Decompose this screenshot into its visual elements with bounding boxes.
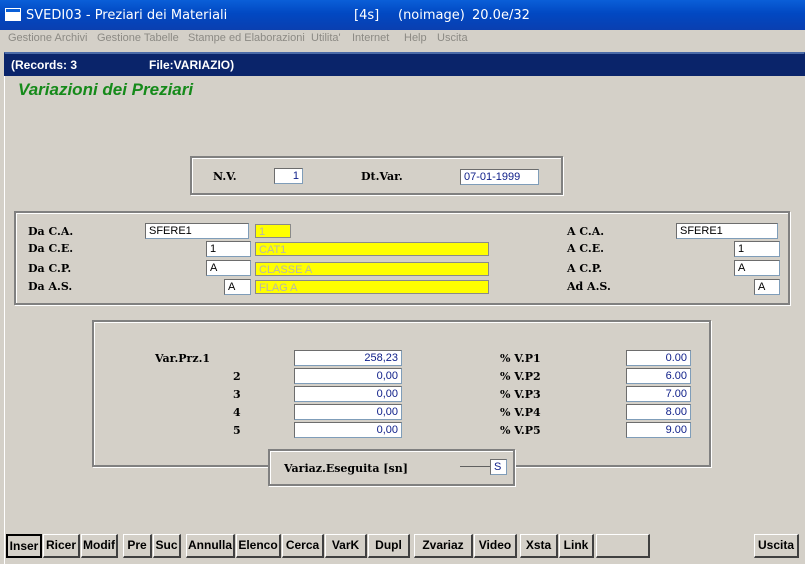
var-prz-5-label: 5	[233, 424, 241, 437]
uscita-button[interactable]: Uscita	[754, 534, 799, 558]
dtvar-label: Dt.Var.	[361, 170, 403, 183]
vark-button[interactable]: VarK	[325, 534, 367, 558]
da-cp-desc: CLASSE A	[255, 262, 489, 276]
var-prz-1-label: Var.Prz.1	[155, 352, 211, 365]
blank-button[interactable]	[596, 534, 650, 558]
status-code: [4s]	[354, 8, 380, 23]
menu-stampe-elaborazioni[interactable]: Stampe ed Elaborazioni	[188, 32, 305, 44]
modif-button[interactable]: Modif	[81, 534, 118, 558]
records-bar: (Records: 3 File:VARIAZIO)	[4, 52, 805, 76]
form-title: Variazioni dei Preziari	[18, 80, 194, 99]
image-state: (noimage)	[398, 8, 465, 23]
a-cp-field[interactable]: A	[734, 260, 780, 276]
dtvar-field[interactable]: 07-01-1999	[460, 169, 539, 185]
da-cp-field[interactable]: A	[206, 260, 251, 276]
inser-button[interactable]: Inser	[6, 534, 42, 558]
zvariaz-button[interactable]: Zvariaz	[414, 534, 473, 558]
pct-vp2-field[interactable]: 6.00	[626, 368, 691, 384]
title-bar: SVEDI03 - Preziari dei Materiali [4s] (n…	[0, 0, 805, 30]
var-prz-4-label: 4	[233, 406, 241, 419]
pct-vp4-field[interactable]: 8.00	[626, 404, 691, 420]
a-ca-label: A C.A.	[567, 225, 605, 238]
da-cp-label: Da C.P.	[28, 262, 72, 275]
window-title: SVEDI03 - Preziari dei Materiali	[26, 8, 228, 23]
xsta-button[interactable]: Xsta	[520, 534, 558, 558]
pct-vp1-field[interactable]: 0.00	[626, 350, 691, 366]
pct-vp2-label: % V.P2	[500, 370, 541, 383]
da-ce-label: Da C.E.	[28, 242, 74, 255]
da-ce-desc: CAT1	[255, 242, 489, 256]
app-window-icon[interactable]	[5, 8, 21, 21]
da-ca-desc: 1	[255, 224, 291, 238]
nv-label: N.V.	[213, 170, 237, 183]
var-prz-3-label: 3	[233, 388, 241, 401]
pct-vp5-field[interactable]: 9.00	[626, 422, 691, 438]
var-prz-4-field[interactable]: 0,00	[294, 404, 402, 420]
nv-field[interactable]: 1	[274, 168, 303, 184]
da-ca-field[interactable]: SFERE1	[145, 223, 249, 239]
da-as-desc: FLAG A	[255, 280, 489, 294]
pre-button[interactable]: Pre	[123, 534, 152, 558]
a-ca-field[interactable]: SFERE1	[676, 223, 778, 239]
menu-bar: Gestione Archivi Gestione Tabelle Stampe…	[0, 30, 805, 48]
elenco-button[interactable]: Elenco	[236, 534, 281, 558]
pct-vp4-label: % V.P4	[500, 406, 541, 419]
da-as-label: Da A.S.	[28, 280, 73, 293]
ricer-button[interactable]: Ricer	[43, 534, 80, 558]
eseguita-label: Variaz.Eseguita [sn]	[284, 462, 408, 475]
var-prz-5-field[interactable]: 0,00	[294, 422, 402, 438]
link-button[interactable]: Link	[559, 534, 594, 558]
menu-internet[interactable]: Internet	[352, 32, 389, 44]
annulla-button[interactable]: Annulla	[186, 534, 235, 558]
menu-uscita[interactable]: Uscita	[437, 32, 468, 44]
var-prz-1-field[interactable]: 258,23	[294, 350, 402, 366]
pct-vp3-field[interactable]: 7.00	[626, 386, 691, 402]
menu-gestione-archivi[interactable]: Gestione Archivi	[8, 32, 87, 44]
a-ce-field[interactable]: 1	[734, 241, 780, 257]
eseguita-field[interactable]: S	[490, 459, 507, 475]
pct-vp3-label: % V.P3	[500, 388, 541, 401]
var-prz-3-field[interactable]: 0,00	[294, 386, 402, 402]
records-count: (Records: 3	[11, 58, 78, 72]
a-ce-label: A C.E.	[567, 242, 604, 255]
file-name: File:VARIAZIO)	[149, 58, 235, 72]
menu-utilita[interactable]: Utilita'	[311, 32, 341, 44]
var-prz-2-label: 2	[233, 370, 241, 383]
dupl-button[interactable]: Dupl	[368, 534, 410, 558]
da-as-field[interactable]: A	[224, 279, 251, 295]
suc-button[interactable]: Suc	[153, 534, 181, 558]
pct-vp5-label: % V.P5	[500, 424, 541, 437]
menu-help[interactable]: Help	[404, 32, 427, 44]
eseguita-divider	[460, 466, 490, 467]
da-ca-label: Da C.A.	[28, 225, 74, 238]
version-label: 20.0e/32	[472, 8, 530, 23]
menu-gestione-tabelle[interactable]: Gestione Tabelle	[97, 32, 179, 44]
cerca-button[interactable]: Cerca	[282, 534, 324, 558]
var-prz-2-field[interactable]: 0,00	[294, 368, 402, 384]
ad-as-label: Ad A.S.	[567, 280, 611, 293]
a-cp-label: A C.P.	[567, 262, 603, 275]
pct-vp1-label: % V.P1	[500, 352, 541, 365]
video-button[interactable]: Video	[474, 534, 517, 558]
form-area	[4, 52, 805, 564]
ad-as-field[interactable]: A	[754, 279, 780, 295]
da-ce-field[interactable]: 1	[206, 241, 251, 257]
